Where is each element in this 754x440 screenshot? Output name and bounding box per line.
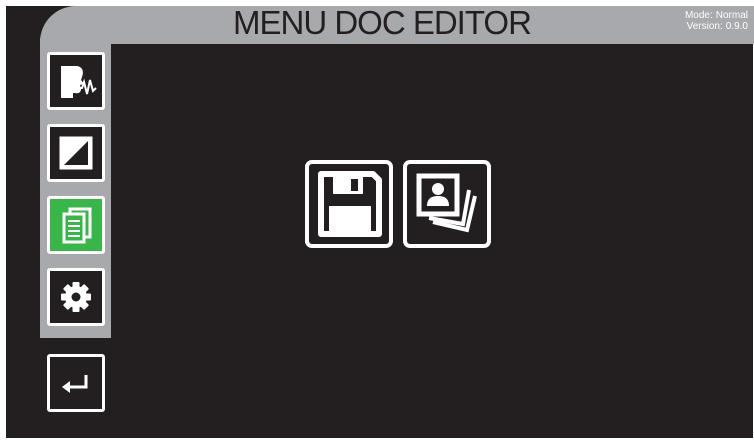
sidebar-item-settings[interactable] xyxy=(47,268,105,326)
status-info: Mode: Normal Version: 0.9.0 xyxy=(608,10,748,32)
back-button[interactable] xyxy=(47,354,105,412)
sidebar-item-documents[interactable] xyxy=(47,196,105,254)
sidebar-item-voice[interactable] xyxy=(47,52,105,110)
page-title: MENU DOC EDITOR xyxy=(233,4,532,41)
floppy-disk-icon xyxy=(313,168,385,240)
gear-icon xyxy=(54,275,98,319)
sidebar-item-contrast[interactable] xyxy=(47,124,105,182)
version-label: Version: xyxy=(686,21,723,32)
mode-label: Mode: xyxy=(684,10,713,21)
return-arrow-icon xyxy=(54,361,98,405)
voice-wave-icon xyxy=(53,58,99,104)
version-value: 0.9.0 xyxy=(725,21,748,32)
documents-icon xyxy=(54,203,98,247)
save-button[interactable] xyxy=(305,160,393,248)
photo-stack-icon xyxy=(411,168,483,240)
mode-value: Normal xyxy=(715,10,748,21)
gallery-button[interactable] xyxy=(403,160,491,248)
contrast-icon xyxy=(54,131,98,175)
